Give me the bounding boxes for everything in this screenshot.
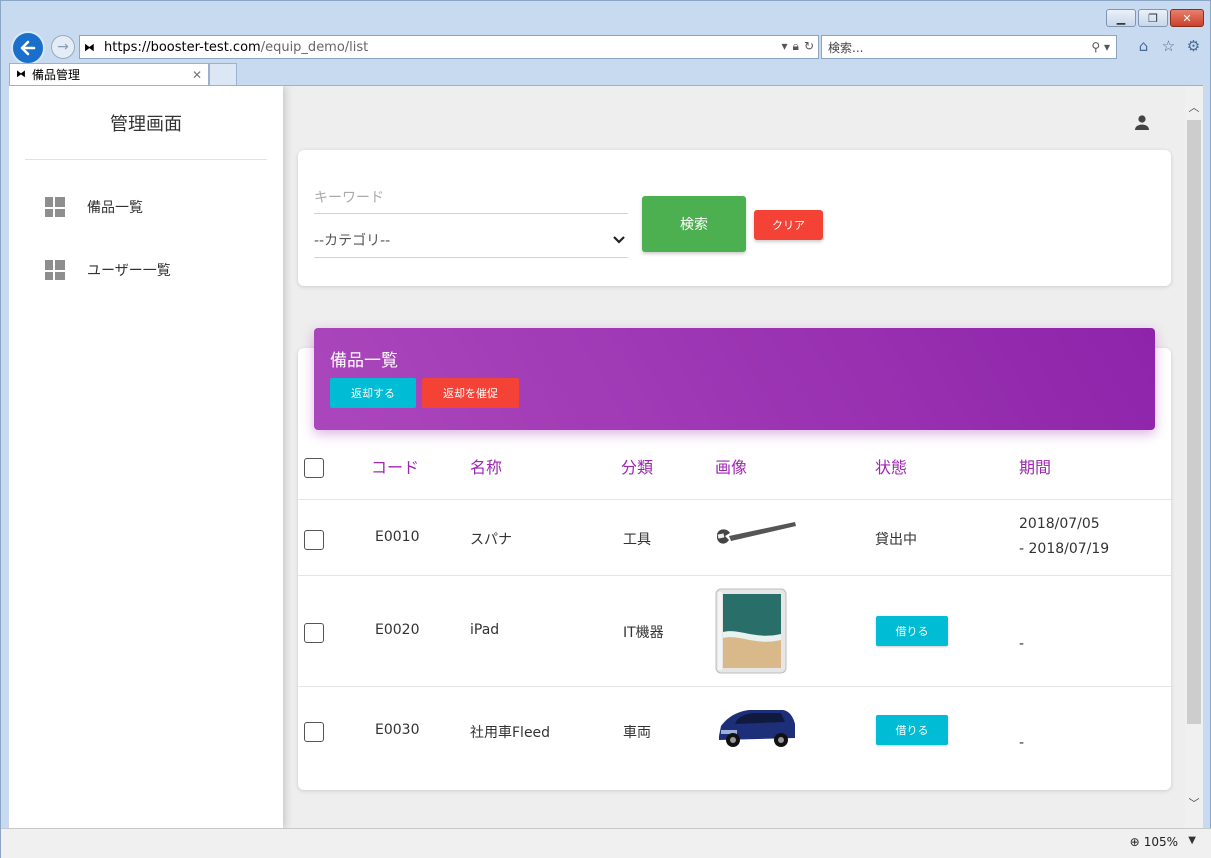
borrow-button[interactable]: 借りる (876, 715, 948, 745)
url-path: /equip_demo/list (260, 39, 369, 55)
ipad-image (715, 588, 787, 674)
cell-category: 車両 (623, 725, 651, 741)
category-select[interactable]: --カテゴリ-- (314, 222, 628, 258)
page-viewport: 管理画面 備品一覧 ユーザー一覧 --カテゴリ-- 検索 クリア (9, 85, 1203, 828)
borrow-button[interactable]: 借りる (876, 616, 948, 646)
cell-status: 貸出中 (875, 532, 917, 548)
row-checkbox[interactable] (304, 530, 324, 550)
column-header-category: 分類 (621, 458, 654, 477)
address-tools: ▾ 🔒︎ ↻ (782, 39, 814, 54)
urge-return-button[interactable]: 返却を催促 (422, 378, 519, 408)
chrome-icons: ⌂ ☆ ⚙ (1135, 37, 1202, 55)
dropdown-arrow-icon[interactable]: ▾ (782, 39, 788, 54)
sidebar-item-user-list[interactable]: ユーザー一覧 (45, 255, 171, 285)
forward-button[interactable]: → (51, 35, 75, 59)
maximize-button[interactable]: ❐ (1138, 9, 1168, 27)
column-header-code: コード (371, 458, 420, 477)
back-arrow-icon (20, 40, 36, 56)
tab-favicon-icon: ⧓ (16, 69, 26, 80)
sidebar-item-equipment-list[interactable]: 備品一覧 (45, 192, 143, 222)
scroll-up-icon[interactable]: ︿ (1185, 98, 1203, 116)
user-account-icon[interactable] (1133, 114, 1151, 132)
tab-strip: ⧓ 備品管理 ✕ (9, 63, 237, 85)
address-row: → ⧓ https://booster-test.com/equip_demo/… (9, 31, 1204, 65)
zoom-control[interactable]: ⊕ 105% (1130, 835, 1178, 849)
row-divider (298, 575, 1171, 576)
cell-category: 工具 (623, 532, 651, 548)
back-button[interactable] (11, 31, 45, 65)
cell-period-end: - 2018/07/19 (1019, 541, 1110, 557)
home-icon[interactable]: ⌂ (1135, 37, 1152, 55)
row-divider (298, 499, 1171, 500)
search-icon[interactable]: ⚲ ▾ (1091, 40, 1110, 54)
column-header-period: 期間 (1019, 458, 1052, 477)
scrollbar-thumb[interactable] (1187, 120, 1201, 724)
clear-button[interactable]: クリア (754, 210, 823, 240)
cell-name: スパナ (470, 532, 512, 548)
refresh-icon[interactable]: ↻ (804, 39, 814, 54)
minimize-button[interactable]: ▁ (1106, 9, 1136, 27)
cell-period: - (1019, 735, 1025, 751)
dashboard-icon (45, 260, 65, 280)
forward-arrow-icon: → (57, 39, 69, 55)
list-header: 備品一覧 返却する 返却を催促 (314, 328, 1155, 430)
search-card: --カテゴリ-- 検索 クリア (298, 150, 1171, 286)
row-checkbox[interactable] (304, 623, 324, 643)
settings-gear-icon[interactable]: ⚙ (1185, 37, 1202, 55)
tab-title: 備品管理 (32, 68, 81, 82)
keyword-input[interactable] (314, 182, 628, 214)
car-image (719, 710, 795, 747)
column-header-status: 状態 (875, 458, 908, 477)
cell-code: E0030 (375, 722, 420, 738)
column-header-image: 画像 (715, 458, 748, 477)
scroll-down-icon[interactable]: ﹀ (1185, 794, 1203, 812)
select-all-checkbox[interactable] (304, 458, 324, 478)
sidebar: 管理画面 備品一覧 ユーザー一覧 (9, 86, 283, 828)
sidebar-title: 管理画面 (25, 106, 267, 160)
zoom-level: 105% (1143, 835, 1178, 849)
list-title: 備品一覧 (330, 351, 398, 371)
tab-active[interactable]: ⧓ 備品管理 ✕ (9, 63, 209, 85)
zoom-dropdown-icon[interactable]: ▼ (1188, 835, 1196, 846)
browser-search-box[interactable]: 検索... ⚲ ▾ (821, 35, 1117, 59)
cell-name: iPad (470, 622, 500, 638)
site-favicon-icon: ⧓ (84, 40, 95, 54)
chevron-down-icon (613, 235, 625, 244)
return-button[interactable]: 返却する (330, 378, 416, 408)
cell-code: E0020 (375, 622, 420, 638)
browser-search-placeholder: 検索... (828, 40, 864, 55)
zoom-magnifier-icon: ⊕ (1129, 835, 1140, 849)
category-selected-value: --カテゴリ-- (314, 232, 391, 249)
favorites-star-icon[interactable]: ☆ (1160, 37, 1177, 55)
dashboard-icon (45, 197, 65, 217)
sidebar-item-label: ユーザー一覧 (87, 263, 171, 279)
row-divider (298, 686, 1171, 687)
lock-icon[interactable]: 🔒︎ (793, 39, 799, 54)
status-bar: ⊕ 105% ▼ (1, 828, 1211, 858)
spanner-image (717, 522, 796, 544)
cell-code: E0010 (375, 529, 420, 545)
new-tab-button[interactable] (209, 63, 237, 85)
sidebar-item-label: 備品一覧 (87, 200, 143, 216)
cell-name: 社用車Fleed (470, 725, 551, 741)
window-controls: ▁ ❐ ✕ (1106, 9, 1204, 27)
cell-category: IT機器 (623, 625, 664, 641)
tab-close-icon[interactable]: ✕ (192, 68, 202, 82)
column-header-name: 名称 (470, 458, 503, 477)
close-window-button[interactable]: ✕ (1170, 9, 1204, 27)
cell-period-start: 2018/07/05 (1019, 516, 1100, 532)
row-checkbox[interactable] (304, 722, 324, 742)
search-button[interactable]: 検索 (642, 196, 746, 252)
page-scrollbar[interactable]: ︿ ﹀ (1185, 86, 1203, 828)
browser-window: ▁ ❐ ✕ → ⧓ https://booster-test.com/equip… (0, 0, 1211, 858)
address-bar[interactable]: ⧓ https://booster-test.com/equip_demo/li… (79, 35, 819, 59)
url-host: https://booster-test.com (104, 39, 261, 55)
cell-period: - (1019, 636, 1025, 652)
